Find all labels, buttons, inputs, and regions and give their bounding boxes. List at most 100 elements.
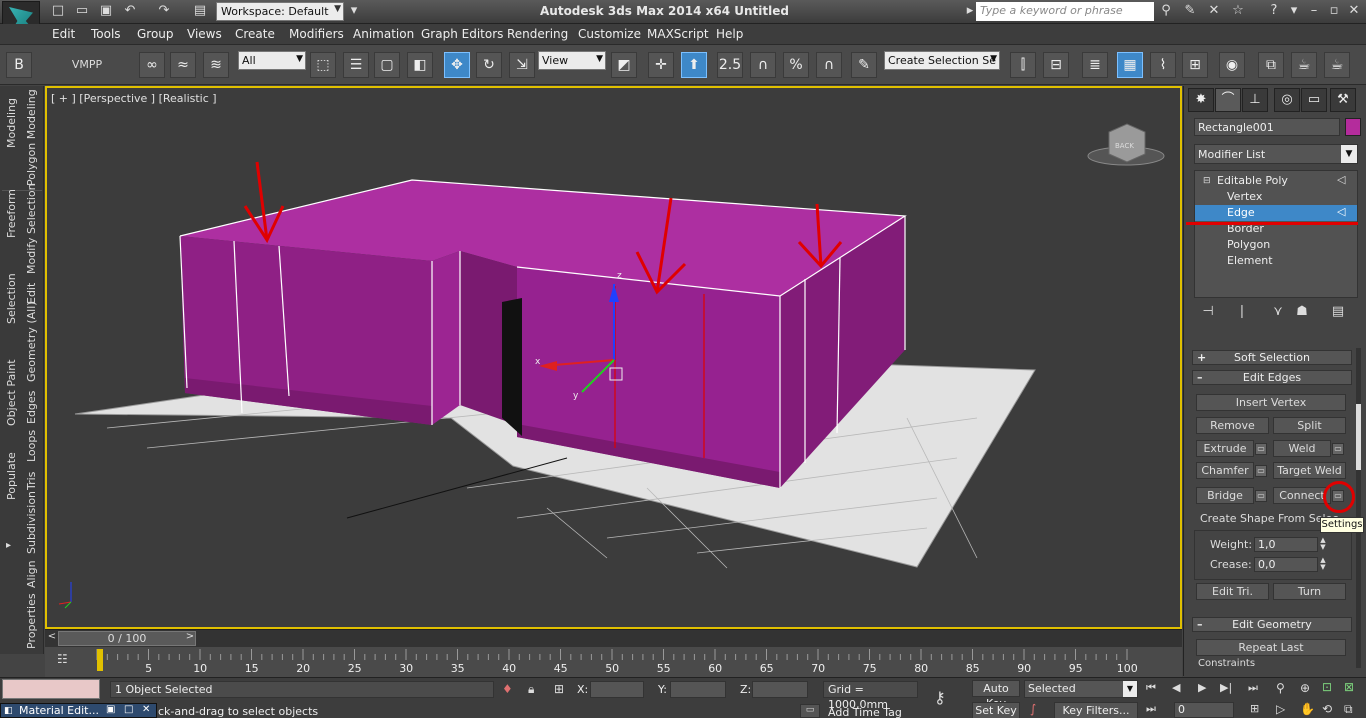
stack-item-polygon[interactable]: Polygon [1195, 237, 1357, 253]
motion-tab-icon[interactable]: ◎ [1274, 88, 1300, 112]
create-tab-icon[interactable]: ✸ [1188, 88, 1214, 112]
communication-icon[interactable]: ✕ [1206, 3, 1222, 19]
bind-spacewarp-icon[interactable]: ≋ [203, 52, 229, 78]
spinner-snap-icon[interactable]: ∩ [816, 52, 842, 78]
taskbar-close-icon[interactable]: ✕ [142, 704, 150, 715]
menu-graph-editors[interactable]: Graph Editors [421, 27, 503, 41]
close-icon[interactable]: ✕ [1346, 3, 1362, 19]
split-button[interactable]: Split [1273, 417, 1346, 434]
material-editor-icon[interactable]: ◉ [1219, 52, 1245, 78]
ribbon-tab-geometry-all[interactable]: Geometry (All) [25, 301, 38, 382]
selection-filter-dropdown[interactable]: All ▼ [238, 51, 306, 70]
bridge-button[interactable]: Bridge [1196, 487, 1254, 504]
key-mode-icon[interactable]: ∫ [1030, 702, 1036, 716]
undo-icon[interactable]: ↶ [122, 3, 138, 19]
menu-maxscript[interactable]: MAXScript [647, 27, 709, 41]
teapot-b-icon[interactable]: B [6, 52, 32, 78]
stack-item-vertex[interactable]: Vertex [1195, 189, 1357, 205]
next-frame-icon[interactable]: ▶| [1220, 681, 1232, 694]
trackbar[interactable]: 5 10 15 20 25 30 35 40 45 50 55 60 65 70 75 80 85 90 95 100… [45, 647, 1182, 677]
weight-spinner-icon[interactable]: ▲ ▼ [1318, 537, 1328, 552]
chamfer-settings-icon[interactable]: ▭ [1255, 465, 1267, 477]
ribbon-tab-populate[interactable]: Populate [5, 452, 18, 500]
quick-access-dropdown-icon[interactable]: ▾ [346, 3, 362, 19]
key-mode-toggle-icon[interactable]: ⏭ [1146, 702, 1156, 716]
weld-settings-icon[interactable]: ▭ [1332, 443, 1344, 455]
go-to-start-icon[interactable]: ⏮ [1146, 681, 1156, 695]
turn-button[interactable]: Turn [1273, 583, 1346, 600]
ribbon-tab-properties[interactable]: Properties [25, 593, 38, 649]
lock-selection-icon[interactable]: 🔒︎ [528, 682, 534, 697]
scale-icon[interactable]: ⇲ [509, 52, 535, 78]
object-name-field[interactable]: Rectangle001 [1194, 118, 1340, 136]
zoom-icon[interactable]: ⚲ [1276, 681, 1285, 695]
collapse-minus-icon[interactable]: ⊟ [1203, 176, 1211, 186]
maxscript-mini-listener[interactable] [2, 679, 100, 699]
stack-item-edge[interactable]: Edge [1195, 205, 1357, 221]
redo-icon[interactable]: ↷ [156, 3, 172, 19]
ribbon-tab-object-paint[interactable]: Object Paint [5, 359, 18, 426]
menu-views[interactable]: Views [187, 27, 222, 41]
angle-snap-icon[interactable]: ∩ [750, 52, 776, 78]
time-tag-icon[interactable]: ▭ [800, 704, 820, 718]
time-next-icon[interactable]: > [183, 631, 197, 646]
y-coordinate-field[interactable] [670, 681, 726, 698]
menu-customize[interactable]: Customize [578, 27, 641, 41]
command-panel-scrollbar[interactable] [1356, 348, 1361, 668]
new-file-icon[interactable]: □ [50, 3, 66, 19]
display-tab-icon[interactable]: ▭ [1301, 88, 1327, 112]
ribbon-tab-freeform[interactable]: Freeform [5, 189, 18, 238]
render-frame-icon[interactable]: ☕ [1291, 52, 1317, 78]
menu-modifiers[interactable]: Modifiers [289, 27, 344, 41]
edit-edges-rollout[interactable]: – Edit Edges [1192, 370, 1352, 385]
light-bulb-icon[interactable]: ◁ [1337, 173, 1345, 186]
render-production-icon[interactable]: ☕ [1324, 52, 1350, 78]
show-end-result-icon[interactable]: ❘ [1232, 302, 1252, 322]
curve-editor-icon[interactable]: ⌇ [1150, 52, 1176, 78]
ribbon-tab-align[interactable]: Align [25, 560, 38, 588]
snap-toggle-icon[interactable]: 2.5 [717, 52, 743, 78]
mirror-icon[interactable]: ⫿ [1010, 52, 1036, 78]
auto-key-button[interactable]: Auto Key [972, 680, 1020, 710]
time-slider-thumb[interactable]: 0 / 100 [58, 631, 196, 646]
ribbon-tab-modeling[interactable]: Modeling [5, 98, 18, 148]
target-weld-button[interactable]: Target Weld [1273, 462, 1346, 479]
ribbon-tab-modify-selection[interactable]: Modify Selection [25, 183, 38, 274]
previous-frame-icon[interactable]: ◀ [1172, 681, 1180, 694]
weld-button[interactable]: Weld [1273, 440, 1331, 457]
isolate-icon[interactable]: ♦ [502, 682, 513, 696]
move-icon[interactable]: ✥ [444, 52, 470, 78]
weight-field[interactable]: 1,0 [1254, 537, 1318, 552]
go-to-end-icon[interactable]: ⏭ [1248, 681, 1258, 695]
remove-modifier-icon[interactable]: ☗ [1292, 302, 1312, 322]
x-coordinate-field[interactable] [590, 681, 644, 698]
pan-view-icon[interactable]: ✋ [1300, 702, 1315, 716]
help-dropdown-icon[interactable]: ▾ [1286, 3, 1302, 19]
menu-tools[interactable]: Tools [91, 27, 121, 41]
absolute-mode-icon[interactable]: ⊞ [554, 682, 564, 696]
reference-coordinate-dropdown[interactable]: View ▼ [538, 51, 606, 70]
link-icon[interactable]: ∞ [139, 52, 165, 78]
edit-geometry-rollout[interactable]: – Edit Geometry [1192, 617, 1352, 632]
set-key-button[interactable]: Set Key [972, 702, 1020, 718]
menu-animation[interactable]: Animation [353, 27, 414, 41]
workspace-dropdown[interactable]: Workspace: Default ▼ [216, 2, 344, 21]
taskbar-restore-icon[interactable]: ▣ [106, 704, 115, 715]
add-time-tag[interactable]: Add Time Tag [828, 706, 902, 718]
rectangular-selection-icon[interactable]: ▢ [374, 52, 400, 78]
open-mini-curve-editor-icon[interactable]: ☷ [57, 652, 68, 666]
maximize-viewport-icon[interactable]: ⧉ [1344, 702, 1353, 717]
percent-snap-icon[interactable]: % [783, 52, 809, 78]
orbit-icon[interactable]: ⟲ [1322, 702, 1332, 716]
scrollbar-thumb[interactable] [1356, 404, 1361, 470]
edit-tri-button[interactable]: Edit Tri. [1196, 583, 1269, 600]
maximize-icon[interactable]: ▫ [1326, 3, 1342, 19]
pivot-center-icon[interactable]: ◩ [611, 52, 637, 78]
ribbon-tab-edges[interactable]: Edges [25, 391, 38, 424]
set-key-key-icon[interactable]: ⚷ [934, 688, 946, 707]
zoom-extents-icon[interactable]: ⊡ [1322, 680, 1332, 694]
schematic-view-icon[interactable]: ⊞ [1182, 52, 1208, 78]
object-color-swatch[interactable] [1345, 118, 1361, 136]
minimize-icon[interactable]: – [1306, 3, 1322, 19]
viewport-label[interactable]: [ + ] [Perspective ] [Realistic ] [51, 92, 217, 105]
